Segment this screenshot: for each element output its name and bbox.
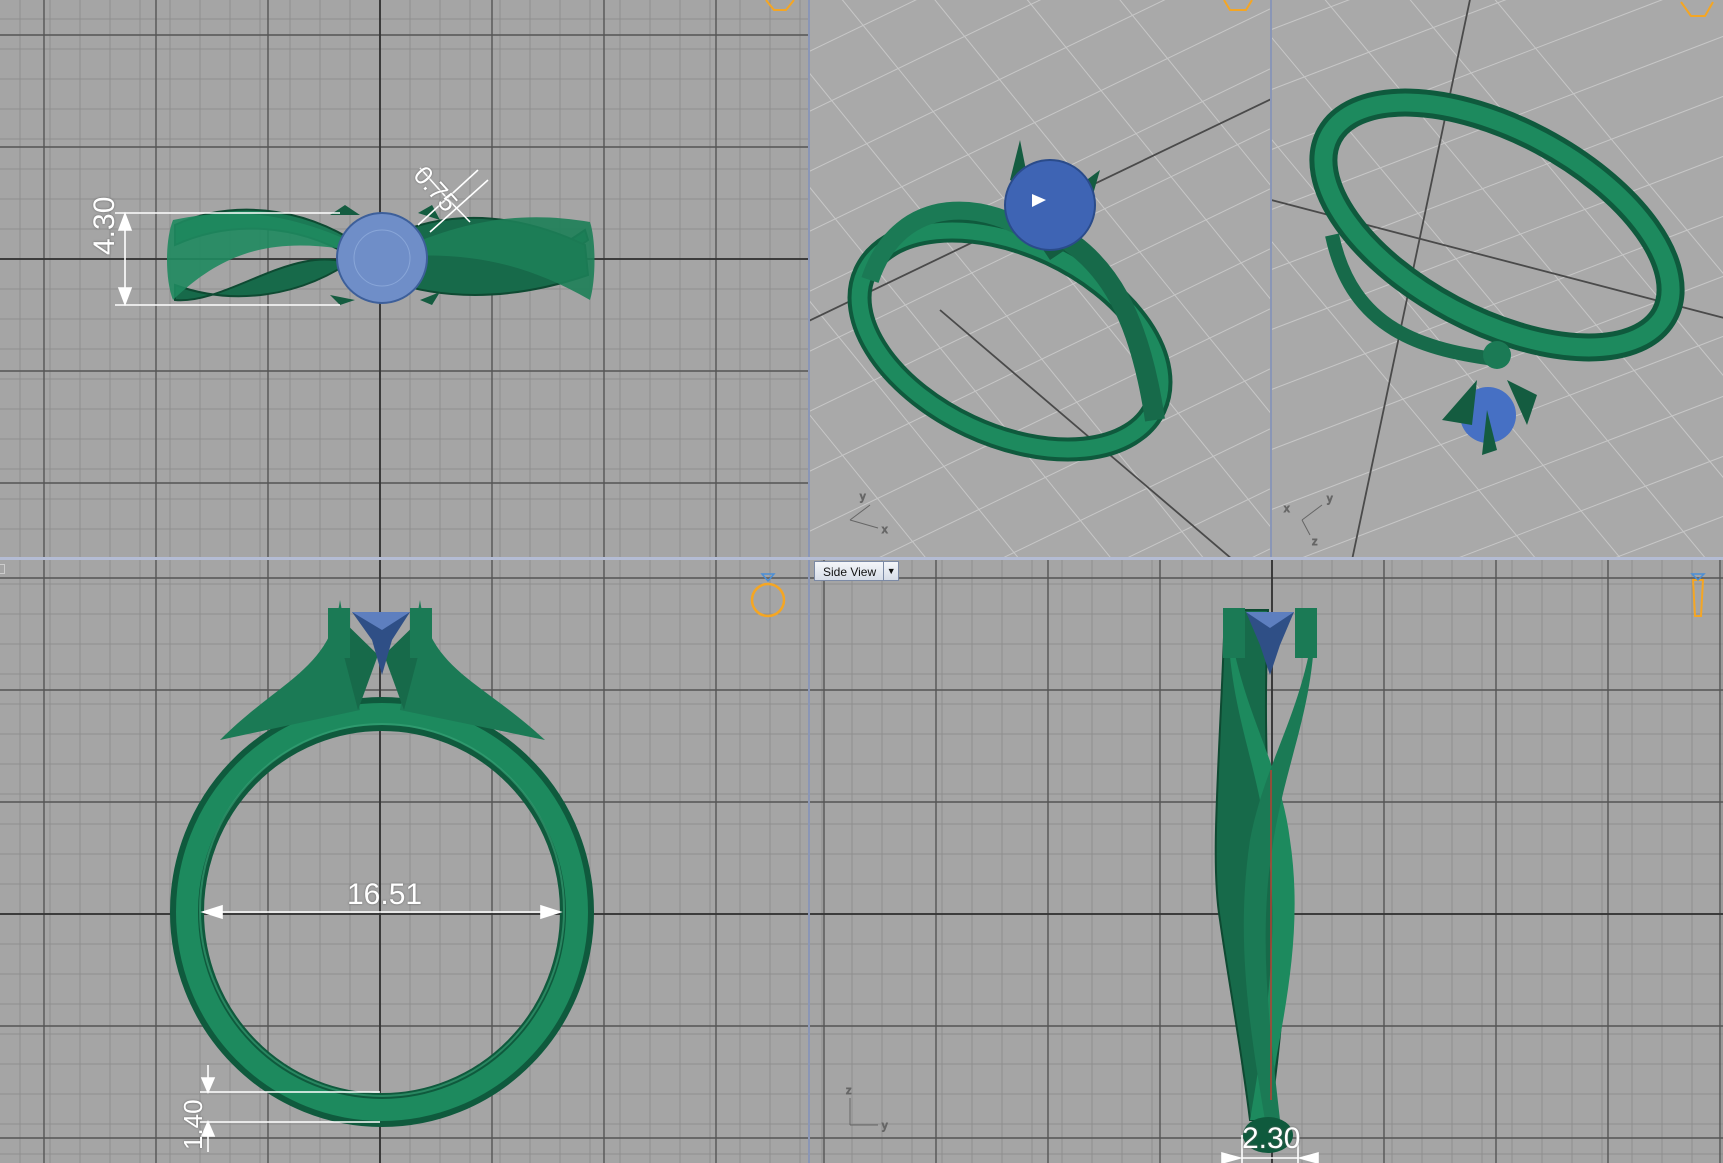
viewport-corner-marker — [0, 564, 5, 574]
side-view-canvas[interactable]: z y — [810, 560, 1723, 1163]
viewport-title-dropdown[interactable]: Side View ▼ — [814, 561, 900, 581]
axis-label-z: z — [1312, 536, 1318, 548]
axis-label-x: x — [1284, 503, 1290, 515]
viewport-top[interactable]: 4.30 0.75 — [0, 0, 808, 557]
viewport-title-label: Side View — [823, 565, 877, 579]
front-view-canvas[interactable] — [0, 560, 808, 1163]
dimension-label-height: 4.30 — [88, 196, 121, 255]
dimension-label-diameter: 16.51 — [347, 878, 423, 911]
view-cube-icon[interactable] — [746, 568, 790, 624]
ring-top-view — [167, 205, 595, 305]
view-cube-icon[interactable] — [760, 0, 800, 20]
cad-workspace: 4.30 0.75 y x x y z 16.51 1.40 z y 2.30 … — [0, 0, 1723, 1163]
viewport-front[interactable]: 16.51 1.40 — [0, 560, 808, 1163]
axis-label-y: y — [882, 1120, 888, 1132]
gemstone — [1004, 159, 1096, 251]
dimension-label-thickness: 1.40 — [178, 1099, 208, 1150]
viewport-divider-vertical-top[interactable] — [1270, 0, 1272, 557]
view-cube-icon[interactable] — [1677, 0, 1717, 24]
view-cube-icon[interactable] — [1218, 0, 1258, 20]
viewport-perspective-1[interactable]: y x — [810, 0, 1270, 557]
perspective-1-canvas[interactable]: y x — [810, 0, 1270, 557]
view-cube-icon[interactable] — [1682, 568, 1714, 628]
top-view-canvas[interactable] — [0, 0, 808, 557]
axis-label-x: x — [882, 524, 888, 536]
axis-label-y: y — [1327, 493, 1333, 505]
chevron-down-icon[interactable]: ▼ — [883, 561, 898, 581]
viewport-divider-vertical[interactable] — [808, 0, 810, 1163]
viewport-perspective-2[interactable]: x y z — [1272, 0, 1723, 557]
axis-lines — [810, 98, 1270, 557]
gemstone — [336, 212, 428, 304]
axis-indicator: x y z — [1284, 493, 1334, 549]
dimension-label-width: 2.30 — [1242, 1122, 1301, 1155]
ring-perspective-2 — [1309, 88, 1685, 455]
viewport-side[interactable]: z y 2.30 Side View ▼ — [810, 560, 1723, 1163]
axis-indicator: y x — [849, 491, 889, 537]
axis-label-y: y — [860, 491, 866, 503]
perspective-2-canvas[interactable]: x y z — [1272, 0, 1723, 557]
viewport-divider-horizontal[interactable] — [0, 557, 1723, 560]
axis-label-z: z — [846, 1085, 852, 1097]
